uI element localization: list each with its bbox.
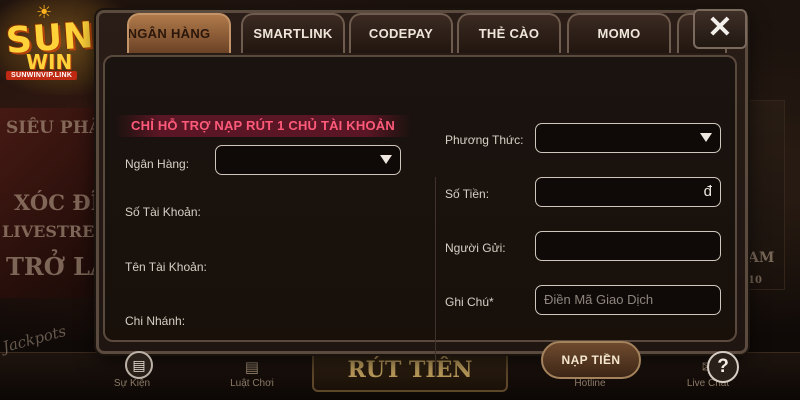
tab-smartlink[interactable]: SMARTLINK xyxy=(241,13,345,53)
note-label: Ghi Chú* xyxy=(445,295,494,309)
sender-input[interactable] xyxy=(535,231,721,261)
close-button[interactable]: ✕ xyxy=(693,9,747,49)
currency-symbol: đ xyxy=(703,183,712,200)
method-label: Phương Thức: xyxy=(445,133,524,147)
bottom-nav-label: Luật Chơi xyxy=(230,378,274,389)
chevron-down-icon xyxy=(700,133,712,142)
method-select[interactable] xyxy=(535,123,721,153)
game-card-subtext: 10 xyxy=(748,275,762,286)
branch-label: Chi Nhánh: xyxy=(125,314,186,328)
account-name-label: Tên Tài Khoản: xyxy=(125,260,207,274)
amount-label: Số Tiền: xyxy=(445,187,490,201)
note-input[interactable]: Điền Mã Giao Dịch xyxy=(535,285,721,315)
bottom-nav-label: Hotline xyxy=(574,378,606,389)
bank-select[interactable] xyxy=(215,145,401,175)
game-card-text: AM xyxy=(748,250,775,266)
bank-label: Ngân Hàng: xyxy=(125,157,190,171)
logo-site: SUNWINVIP.LINK xyxy=(6,71,78,80)
notice-banner: CHỈ HỖ TRỢ NẠP RÚT 1 CHỦ TÀI KHOẢN xyxy=(115,115,411,137)
tab-bank[interactable]: NGÂN HÀNG xyxy=(127,13,231,53)
tab-momo[interactable]: MOMO xyxy=(567,13,671,53)
sender-label: Người Gửi: xyxy=(445,241,506,255)
payment-tabs: NGÂN HÀNG SMARTLINK CODEPAY THẺ CÀO MOMO xyxy=(127,13,727,55)
deposit-button[interactable]: NẠP TIỀN xyxy=(541,341,641,379)
deposit-modal: NGÂN HÀNG SMARTLINK CODEPAY THẺ CÀO MOMO… xyxy=(96,9,748,383)
column-divider xyxy=(435,177,436,377)
rules-icon: ▤ xyxy=(244,359,260,376)
history-icon[interactable]: ▤ xyxy=(125,351,153,379)
account-number-label: Số Tài Khoản: xyxy=(125,205,201,219)
bottom-nav-rules[interactable]: ▤ Luật Chơi xyxy=(212,358,292,389)
help-button[interactable]: ? xyxy=(707,351,739,383)
form-panel: CHỈ HỖ TRỢ NẠP RÚT 1 CHỦ TÀI KHOẢN Ngân … xyxy=(103,55,739,383)
bottom-nav-label: Sự Kiện xyxy=(113,378,151,389)
chevron-down-icon xyxy=(380,155,392,164)
tab-codepay[interactable]: CODEPAY xyxy=(349,13,453,53)
tab-card[interactable]: THẺ CÀO xyxy=(457,13,561,53)
withdraw-button[interactable]: RÚT TIỀN xyxy=(312,348,508,392)
amount-input[interactable]: đ xyxy=(535,177,721,207)
